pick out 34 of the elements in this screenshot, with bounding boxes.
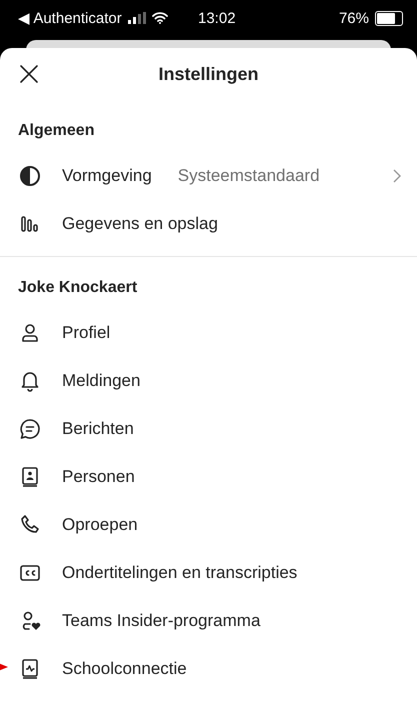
- row-label: Meldingen: [62, 371, 140, 391]
- chevron-icon: [393, 169, 401, 183]
- row-label: Personen: [62, 467, 135, 487]
- settings-row[interactable]: Personen: [0, 453, 417, 501]
- half-circle-icon: [18, 164, 42, 188]
- sheet-title: Instellingen: [158, 64, 258, 84]
- row-label: Profiel: [62, 323, 110, 343]
- close-button[interactable]: [18, 63, 40, 85]
- settings-row[interactable]: Ondertitelingen en transcripties: [0, 549, 417, 597]
- section-heading: Joke Knockaert: [17, 278, 138, 298]
- clock: 13:02: [198, 10, 237, 26]
- wifi-icon: [152, 12, 168, 24]
- settings-row[interactable]: Teams Insider-programma: [0, 597, 417, 645]
- row-value: Systeemstandaard: [178, 166, 321, 186]
- row-label: Schoolconnectie: [62, 659, 187, 679]
- row-label: Vormgeving: [62, 166, 152, 186]
- chat-bubble-icon: [18, 417, 42, 441]
- battery-percentage: 76%: [338, 10, 369, 26]
- row-label: Gegevens en opslag: [62, 214, 218, 234]
- settings-row[interactable]: Berichten: [0, 405, 417, 453]
- row-label: Ondertitelingen en transcripties: [62, 563, 298, 583]
- settings-row[interactable]: Gegevens en opslag: [0, 200, 417, 248]
- settings-row[interactable]: Meldingen: [0, 357, 417, 405]
- settings-row[interactable]: Oproepen: [0, 501, 417, 549]
- row-label: Oproepen: [62, 515, 138, 535]
- settings-row[interactable]: Profiel: [0, 309, 417, 357]
- row-label: Berichten: [62, 419, 134, 439]
- section-heading: Algemeen: [17, 121, 96, 141]
- settings-row[interactable]: Schoolconnectie: [0, 645, 417, 693]
- settings-row[interactable]: Vormgeving Systeemstandaard: [0, 152, 417, 200]
- back-to-app-label[interactable]: ◀ Authenticator: [18, 9, 122, 27]
- battery-icon: [375, 10, 403, 26]
- signal-icon: [128, 12, 146, 24]
- row-label: Teams Insider-programma: [62, 611, 260, 631]
